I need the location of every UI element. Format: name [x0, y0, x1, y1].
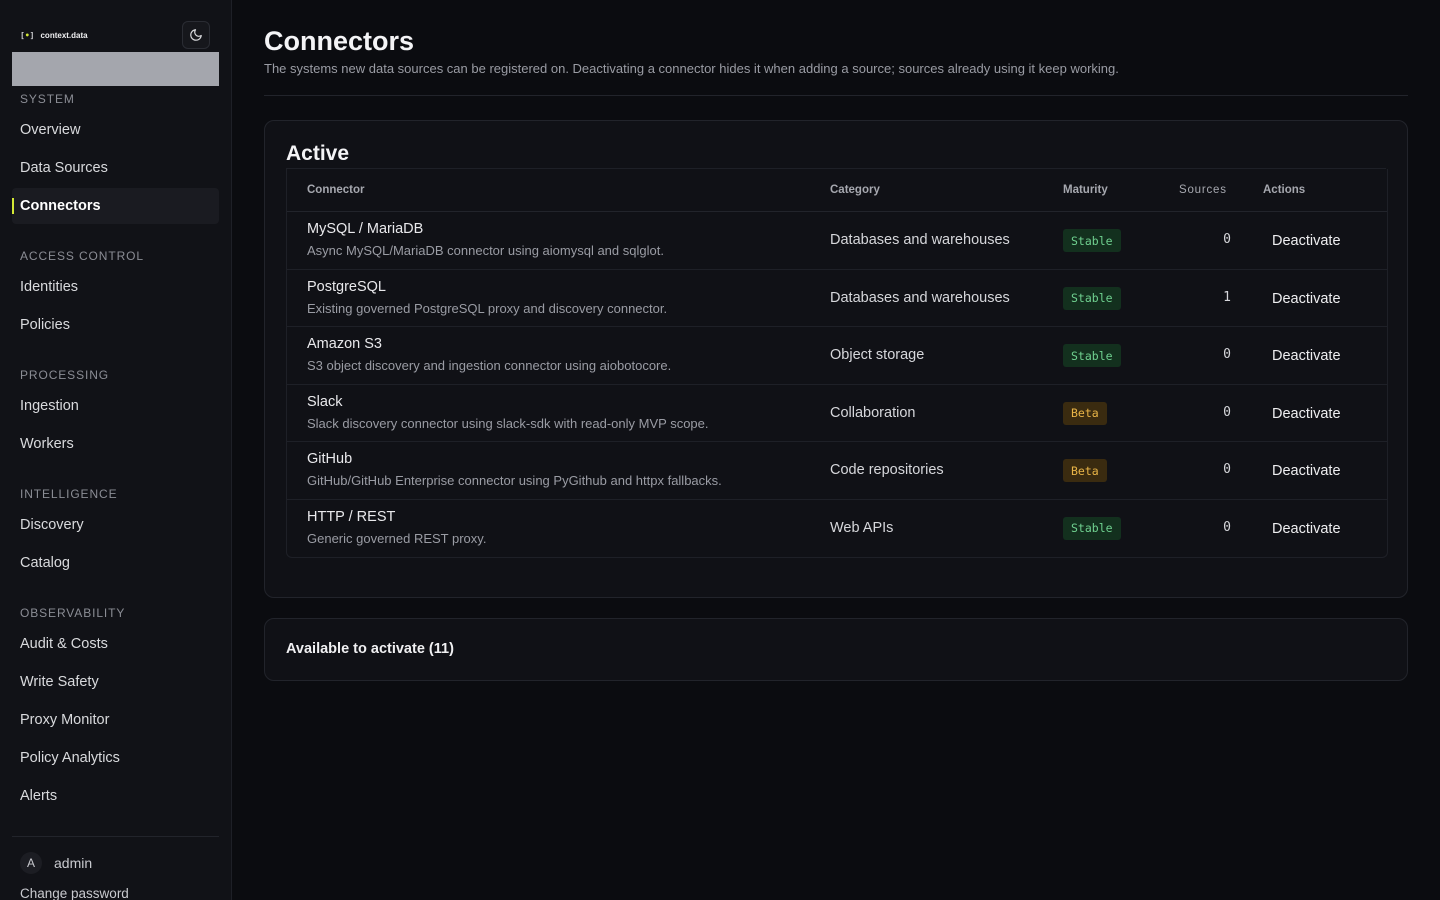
maturity-badge: Stable — [1063, 516, 1121, 540]
avatar: A — [20, 852, 42, 874]
nav-section-processing: PROCESSING — [20, 368, 110, 382]
table-header: Connector Category Maturity Sources Acti… — [287, 169, 1387, 212]
connector-name: PostgreSQL — [307, 278, 386, 295]
active-card-title: Active — [286, 142, 350, 165]
sidebar-item-ingestion[interactable]: Ingestion — [12, 388, 219, 424]
deactivate-button[interactable]: Deactivate — [1264, 230, 1349, 252]
table-row: MySQL / MariaDB Async MySQL/MariaDB conn… — [287, 212, 1387, 270]
maturity-badge: Stable — [1063, 344, 1121, 367]
change-password-link[interactable]: Change password — [20, 886, 129, 900]
sidebar-item-identities[interactable]: Identities — [12, 269, 219, 305]
page-subtitle: The systems new data sources can be regi… — [264, 61, 1119, 76]
sidebar-item-discovery[interactable]: Discovery — [12, 507, 219, 543]
connector-description: S3 object discovery and ingestion connec… — [307, 358, 672, 373]
logo-icon: [•] — [20, 30, 35, 40]
maturity-badge: Beta — [1063, 401, 1107, 425]
column-header-connector: Connector — [307, 184, 365, 196]
user-name: admin — [54, 855, 93, 871]
column-header-category: Category — [830, 184, 880, 196]
table-row: Amazon S3 S3 object discovery and ingest… — [287, 327, 1387, 385]
connector-description: Generic governed REST proxy. — [307, 530, 487, 546]
connector-category: Collaboration — [830, 404, 916, 421]
sidebar-item-write-safety[interactable]: Write Safety — [12, 664, 219, 700]
nav-section-system: SYSTEM — [20, 92, 75, 106]
connector-name: GitHub — [307, 451, 353, 467]
connector-category: Code repositories — [830, 462, 944, 478]
maturity-badge: Stable — [1063, 229, 1121, 252]
connector-name: Slack — [307, 393, 343, 410]
moon-icon — [190, 29, 202, 41]
column-header-sources: Sources — [1179, 184, 1227, 196]
connector-description: Async MySQL/MariaDB connector using aiom… — [307, 243, 664, 258]
nav-section-intelligence: INTELLIGENCE — [20, 487, 118, 501]
brand-row: [•] context.data — [20, 20, 219, 50]
column-header-actions: Actions — [1263, 184, 1306, 196]
sources-count: 0 — [1223, 519, 1231, 535]
connector-description: GitHub/GitHub Enterprise connector using… — [307, 473, 722, 488]
deactivate-button[interactable]: Deactivate — [1264, 460, 1349, 482]
table-row: HTTP / REST Generic governed REST proxy.… — [287, 500, 1387, 558]
page-title: Connectors — [264, 26, 415, 56]
table-row: GitHub GitHub/GitHub Enterprise connecto… — [287, 442, 1387, 500]
table-row: Slack Slack discovery connector using sl… — [287, 385, 1387, 442]
sidebar-item-policy-analytics[interactable]: Policy Analytics — [12, 740, 219, 776]
connector-name: Amazon S3 — [307, 336, 382, 352]
user-row[interactable]: A admin — [20, 852, 92, 874]
sources-count: 0 — [1223, 347, 1231, 362]
sidebar-placeholder-block — [12, 52, 219, 86]
connector-category: Object storage — [830, 347, 925, 363]
connectors-table: Connector Category Maturity Sources Acti… — [286, 169, 1388, 558]
sidebar-divider — [12, 836, 219, 837]
connector-category: Databases and warehouses — [830, 232, 1010, 248]
sidebar-item-workers[interactable]: Workers — [12, 426, 219, 462]
deactivate-button[interactable]: Deactivate — [1264, 345, 1349, 367]
sidebar-item-catalog[interactable]: Catalog — [12, 545, 219, 581]
sidebar-item-proxy-monitor[interactable]: Proxy Monitor — [12, 702, 219, 738]
connector-description: Existing governed PostgreSQL proxy and d… — [307, 300, 668, 316]
nav-section-access-control: ACCESS CONTROL — [20, 249, 144, 263]
sources-count: 0 — [1223, 462, 1231, 477]
deactivate-button[interactable]: Deactivate — [1264, 518, 1349, 540]
sidebar-item-overview[interactable]: Overview — [12, 112, 219, 148]
available-connectors-card[interactable]: Available to activate (11) — [264, 618, 1408, 681]
sources-count: 0 — [1223, 232, 1231, 247]
sidebar-item-alerts[interactable]: Alerts — [12, 778, 219, 814]
theme-toggle-button[interactable] — [182, 21, 210, 49]
sidebar-item-policies[interactable]: Policies — [12, 307, 219, 343]
sources-count: 1 — [1223, 289, 1231, 305]
column-header-maturity: Maturity — [1063, 184, 1108, 196]
connector-name: MySQL / MariaDB — [307, 221, 424, 237]
available-card-title[interactable]: Available to activate (11) — [286, 641, 454, 657]
brand-name: context.data — [40, 30, 88, 40]
sidebar-item-data-sources[interactable]: Data Sources — [12, 150, 219, 186]
deactivate-button[interactable]: Deactivate — [1264, 288, 1349, 310]
connector-category: Databases and warehouses — [830, 289, 1010, 306]
header-divider — [264, 95, 1408, 96]
sidebar-item-connectors[interactable]: Connectors — [12, 188, 219, 224]
table-row: PostgreSQL Existing governed PostgreSQL … — [287, 270, 1387, 327]
nav-section-observability: OBSERVABILITY — [20, 606, 126, 620]
sources-count: 0 — [1223, 404, 1231, 420]
deactivate-button[interactable]: Deactivate — [1264, 403, 1349, 425]
brand-logo[interactable]: [•] context.data — [20, 31, 88, 40]
sidebar-item-audit-costs[interactable]: Audit & Costs — [12, 626, 219, 662]
connector-category: Web APIs — [830, 519, 894, 536]
active-connectors-card: Active Connector Category Maturity Sourc… — [264, 120, 1408, 598]
sidebar: [•] context.data SYSTEM Overview Data So… — [0, 0, 232, 900]
connector-description: Slack discovery connector using slack-sd… — [307, 415, 709, 431]
maturity-badge: Stable — [1063, 286, 1121, 310]
maturity-badge: Beta — [1063, 459, 1107, 482]
connector-name: HTTP / REST — [307, 508, 396, 525]
